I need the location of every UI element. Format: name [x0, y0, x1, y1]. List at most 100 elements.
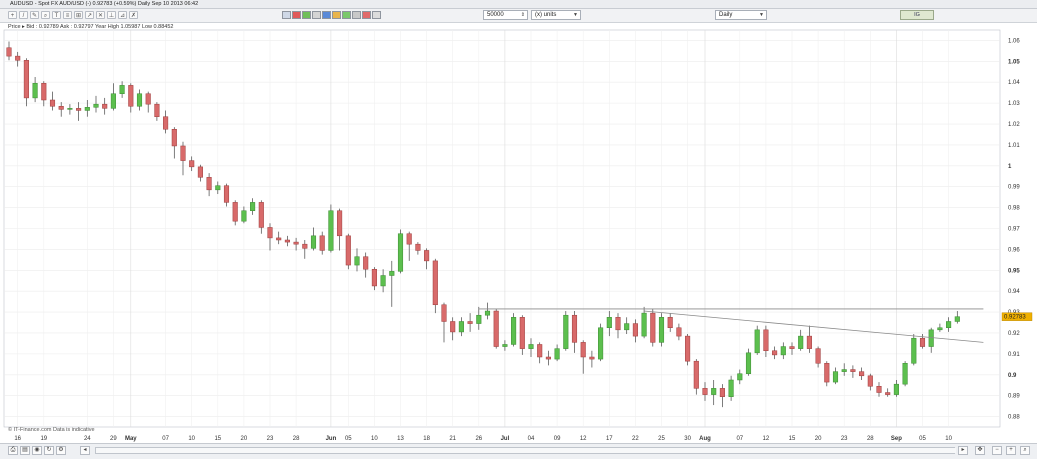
- settings-icon[interactable]: ⚙: [56, 446, 66, 455]
- candle-body: [893, 383, 899, 395]
- candle-body: [345, 235, 351, 266]
- candle-body: [919, 337, 926, 347]
- x-tick-label: 13: [397, 436, 404, 442]
- horizontal-scrollbar[interactable]: [95, 447, 956, 454]
- candle-body: [571, 314, 578, 343]
- y-tick-label: 0.92: [1008, 331, 1020, 337]
- candle-body: [32, 83, 38, 99]
- y-tick-label: 1: [1008, 164, 1012, 170]
- candle-body: [76, 108, 82, 111]
- candle-body: [23, 60, 29, 99]
- y-tick-label: 0.9: [1008, 373, 1017, 379]
- candle-body: [545, 356, 551, 360]
- scroll-left-icon[interactable]: ◂: [80, 446, 90, 455]
- candle-body: [832, 371, 839, 383]
- x-tick-label: 18: [423, 436, 430, 442]
- candle-body: [632, 323, 638, 337]
- candle-body: [67, 108, 73, 110]
- candle-body: [319, 235, 325, 251]
- candle-body: [171, 129, 177, 147]
- scrollbar-thumb[interactable]: [96, 448, 956, 453]
- y-tick-label: 0.97: [1008, 227, 1020, 233]
- x-tick-label: 12: [763, 436, 770, 442]
- scroll-right-icon[interactable]: ▸: [958, 446, 968, 455]
- y-tick-label: 0.99: [1008, 185, 1020, 191]
- y-tick-label: 1.03: [1008, 101, 1020, 107]
- candle-body: [432, 260, 438, 306]
- candle-body: [502, 344, 508, 347]
- candle-body: [867, 375, 873, 387]
- x-tick-label: 24: [84, 436, 91, 442]
- candle-body: [519, 317, 525, 349]
- candle-body: [110, 93, 116, 109]
- candle-body: [815, 348, 821, 364]
- candle-body: [424, 250, 430, 262]
- candle-body: [780, 346, 786, 356]
- candle-body: [450, 321, 456, 333]
- x-tick-label: 07: [162, 436, 169, 442]
- y-tick-label: 1.05: [1008, 59, 1020, 65]
- x-tick-label: 30: [684, 436, 691, 442]
- x-tick-label: 04: [528, 436, 535, 442]
- zoom-out-icon[interactable]: −: [992, 446, 1002, 455]
- candle-body: [15, 55, 21, 61]
- candle-body: [415, 243, 421, 251]
- candle-body: [719, 388, 725, 397]
- candle-body: [798, 335, 804, 349]
- x-tick-label: 20: [815, 436, 822, 442]
- x-tick-label: 16: [14, 436, 21, 442]
- candle-body: [232, 202, 238, 222]
- candle-body: [41, 83, 47, 101]
- candlestick-chart[interactable]: 1.06 1.05 1.04 1.03 1.02 1.01 1 0.99 0.98 0.97 0.9…: [0, 0, 1037, 458]
- refresh-icon[interactable]: ↻: [44, 446, 54, 455]
- y-tick-label: 1.04: [1008, 80, 1020, 86]
- candle-body: [84, 107, 90, 111]
- camera-icon[interactable]: ◉: [32, 446, 42, 455]
- candle-body: [154, 103, 160, 117]
- candle-body: [250, 202, 256, 211]
- print-icon[interactable]: ⎙: [8, 446, 18, 455]
- candle-body: [641, 312, 647, 337]
- x-tick-label: 05: [919, 436, 926, 442]
- candle-body: [302, 243, 308, 249]
- candle-body: [397, 233, 404, 272]
- candle-body: [789, 346, 795, 349]
- candle-body: [876, 386, 882, 393]
- y-tick-label: 1.01: [1008, 143, 1020, 149]
- candle-body: [598, 327, 604, 360]
- candle-body: [258, 202, 264, 228]
- candle-body: [102, 103, 108, 109]
- candle-body: [754, 329, 760, 354]
- candle-body: [954, 316, 960, 322]
- candle-body: [772, 350, 778, 356]
- candle-body: [293, 241, 299, 245]
- x-tick-label: 10: [188, 436, 195, 442]
- candle-body: [580, 342, 586, 358]
- candle-body: [484, 310, 491, 316]
- candle-body: [119, 85, 125, 94]
- search-icon[interactable]: ⌕: [1020, 446, 1030, 455]
- save-icon[interactable]: ▤: [20, 446, 30, 455]
- candle-body: [563, 314, 569, 349]
- candle-body: [6, 47, 12, 57]
- candle-body: [928, 329, 934, 347]
- candle-body: [276, 237, 282, 241]
- candle-body: [624, 323, 630, 331]
- candle-body: [93, 103, 99, 108]
- candle-body: [215, 185, 221, 191]
- x-tick-label: 26: [475, 436, 482, 442]
- zoom-in-icon[interactable]: +: [1006, 446, 1016, 455]
- x-tick-label: 29: [110, 436, 117, 442]
- data-source-note: © IT-Finance.com Data is indicative: [8, 427, 95, 433]
- pan-icon[interactable]: ✥: [975, 446, 985, 455]
- y-tick-label: 0.91: [1008, 352, 1020, 358]
- x-tick-label: Jun: [326, 436, 337, 442]
- candle-body: [885, 392, 891, 395]
- candle-body: [241, 210, 247, 222]
- candle-body: [902, 363, 908, 385]
- x-tick-label: Sep: [891, 436, 902, 442]
- candle-body: [946, 321, 952, 328]
- candle-body: [371, 268, 377, 287]
- x-tick-label: 28: [293, 436, 300, 442]
- x-tick-label: 17: [606, 436, 613, 442]
